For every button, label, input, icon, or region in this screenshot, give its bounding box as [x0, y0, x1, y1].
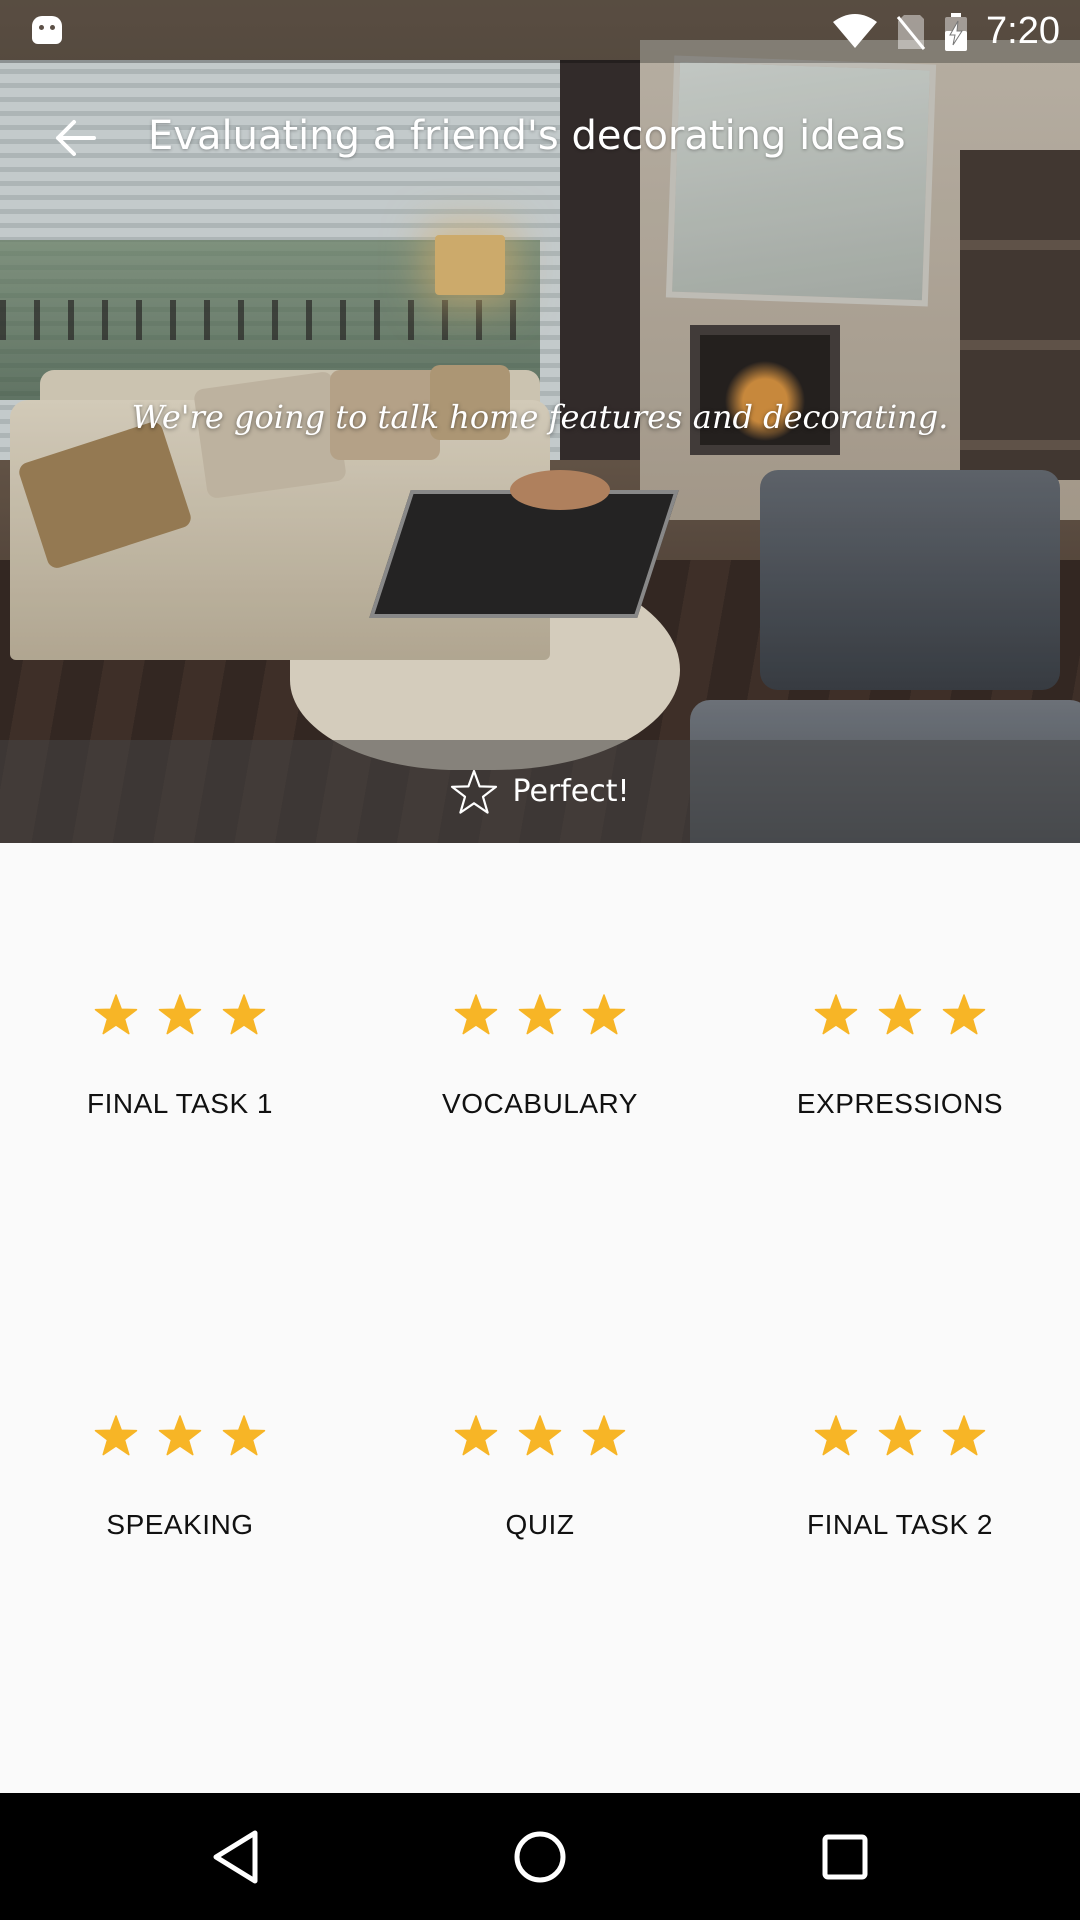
star-filled-icon: [454, 994, 498, 1035]
star-filled-icon: [158, 1415, 202, 1456]
result-bar: Perfect!: [0, 740, 1080, 843]
star-filled-icon: [222, 1415, 266, 1456]
star-filled-icon: [582, 1415, 626, 1456]
task-label: VOCABULARY: [442, 1088, 638, 1119]
task-stars: [0, 993, 360, 1037]
task-label: FINAL TASK 2: [807, 1509, 993, 1540]
star-filled-icon: [158, 994, 202, 1035]
task-vocabulary[interactable]: VOCABULARY: [360, 843, 720, 1119]
star-outline-icon: [451, 769, 498, 814]
arrow-left-icon: [56, 120, 96, 156]
status-bar: 7:20: [0, 0, 1080, 63]
task-grid: FINAL TASK 1 VOCABULARY EXPRESSIONS SPEA…: [0, 843, 1080, 1793]
recents-square-icon: [822, 1834, 868, 1879]
star-filled-icon: [454, 1415, 498, 1456]
android-notification-icon: [32, 16, 62, 44]
task-label: FINAL TASK 1: [87, 1088, 273, 1119]
wifi-icon: [833, 13, 878, 48]
battery-charging-icon: [945, 12, 968, 51]
page-title: Evaluating a friend's decorating ideas: [148, 113, 906, 159]
task-final-task-2[interactable]: FINAL TASK 2: [720, 1264, 1080, 1540]
star-filled-icon: [94, 1415, 138, 1456]
task-expressions[interactable]: EXPRESSIONS: [720, 843, 1080, 1119]
star-filled-icon: [878, 994, 922, 1035]
status-clock: 7:20: [986, 10, 1060, 52]
task-stars: [0, 1414, 360, 1458]
star-filled-icon: [942, 994, 986, 1035]
task-quiz[interactable]: QUIZ: [360, 1264, 720, 1540]
star-filled-icon: [942, 1415, 986, 1456]
task-label: QUIZ: [505, 1509, 575, 1540]
home-circle-icon: [514, 1831, 566, 1882]
lesson-subtitle: We're going to talk home features and de…: [131, 398, 949, 436]
task-stars: [720, 993, 1080, 1037]
no-sim-icon: [896, 14, 926, 50]
task-stars: [720, 1414, 1080, 1458]
star-filled-icon: [814, 1415, 858, 1456]
result-label: Perfect!: [512, 774, 630, 809]
star-filled-icon: [878, 1415, 922, 1456]
star-filled-icon: [94, 994, 138, 1035]
task-speaking[interactable]: SPEAKING: [0, 1264, 360, 1540]
star-filled-icon: [518, 1415, 562, 1456]
back-button[interactable]: [44, 108, 104, 168]
nav-home-button[interactable]: [470, 1793, 610, 1920]
nav-recents-button[interactable]: [775, 1793, 915, 1920]
task-label: SPEAKING: [106, 1509, 254, 1540]
task-stars: [360, 993, 720, 1037]
star-filled-icon: [518, 994, 562, 1035]
star-filled-icon: [222, 994, 266, 1035]
star-filled-icon: [582, 994, 626, 1035]
task-label: EXPRESSIONS: [796, 1088, 1004, 1119]
star-filled-icon: [814, 994, 858, 1035]
app-bar: Evaluating a friend's decorating ideas: [0, 63, 1080, 213]
task-stars: [360, 1414, 720, 1458]
system-nav-bar: [0, 1793, 1080, 1920]
back-triangle-icon: [213, 1830, 258, 1883]
task-final-task-1[interactable]: FINAL TASK 1: [0, 843, 360, 1119]
nav-back-button[interactable]: [165, 1793, 305, 1920]
